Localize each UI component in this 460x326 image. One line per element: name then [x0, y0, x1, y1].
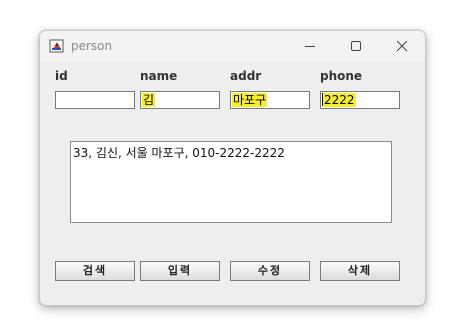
- maximize-icon: [350, 40, 362, 52]
- minimize-icon: [304, 40, 316, 52]
- phone-field[interactable]: 2222: [320, 91, 400, 109]
- result-text: 33, 김신, 서울 마포구, 010-2222-2222: [73, 146, 285, 160]
- addr-label: addr: [230, 69, 262, 83]
- title-bar[interactable]: person: [40, 31, 425, 61]
- app-window: person id name addr phone 김 마포구 2222 33,…: [39, 30, 426, 306]
- phone-label: phone: [320, 69, 363, 83]
- close-button[interactable]: [379, 31, 425, 61]
- minimize-button[interactable]: [287, 31, 333, 61]
- window-title: person: [71, 39, 113, 53]
- id-field[interactable]: [55, 91, 135, 109]
- search-button[interactable]: 검색: [55, 261, 135, 281]
- name-label: name: [140, 69, 178, 83]
- delete-button[interactable]: 삭제: [320, 261, 400, 281]
- id-label: id: [55, 69, 68, 83]
- phone-field-value: 2222: [323, 93, 356, 107]
- close-icon: [396, 40, 408, 52]
- update-button[interactable]: 수정: [230, 261, 310, 281]
- maximize-button[interactable]: [333, 31, 379, 61]
- name-field-value: 김: [142, 93, 156, 107]
- insert-button[interactable]: 입력: [140, 261, 220, 281]
- java-app-icon: [49, 38, 65, 54]
- addr-field[interactable]: 마포구: [230, 91, 310, 109]
- result-textarea[interactable]: 33, 김신, 서울 마포구, 010-2222-2222: [70, 141, 392, 223]
- name-field[interactable]: 김: [140, 91, 220, 109]
- addr-field-value: 마포구: [232, 93, 268, 107]
